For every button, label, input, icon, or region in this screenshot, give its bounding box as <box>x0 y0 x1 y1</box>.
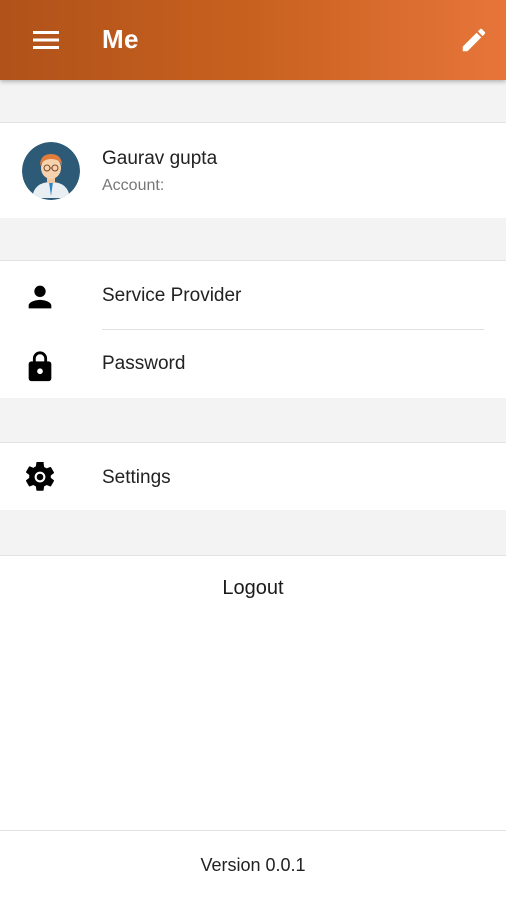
settings-section: Settings <box>0 442 506 510</box>
gear-icon <box>22 459 58 495</box>
profile-name: Gaurav gupta <box>102 148 218 169</box>
profile-card[interactable]: Gaurav gupta Account: <box>0 122 506 218</box>
password-label: Password <box>102 353 186 374</box>
person-icon <box>22 279 58 315</box>
section-gap <box>0 218 506 260</box>
account-section: Service Provider Password <box>0 260 506 398</box>
service-provider-label: Service Provider <box>102 285 242 306</box>
section-gap <box>0 510 506 555</box>
service-provider-item[interactable]: Service Provider <box>0 263 506 331</box>
lock-icon <box>22 349 58 385</box>
logout-section: Logout <box>0 555 506 830</box>
settings-label: Settings <box>102 467 171 488</box>
section-gap <box>0 80 506 122</box>
page-title: Me <box>102 24 139 54</box>
divider <box>102 329 484 330</box>
app-bar: Me <box>0 0 506 80</box>
account-label: Account: <box>102 177 165 194</box>
logout-button[interactable]: Logout <box>0 568 506 608</box>
footer: Version 0.0.1 <box>0 830 506 900</box>
menu-icon <box>33 31 59 49</box>
user-avatar <box>22 142 80 200</box>
settings-item[interactable]: Settings <box>0 443 506 511</box>
password-item[interactable]: Password <box>0 331 506 399</box>
pencil-icon <box>462 28 486 52</box>
version-text: Version 0.0.1 <box>200 855 306 875</box>
edit-button[interactable] <box>456 22 492 58</box>
section-gap <box>0 398 506 442</box>
menu-button[interactable] <box>28 26 64 54</box>
